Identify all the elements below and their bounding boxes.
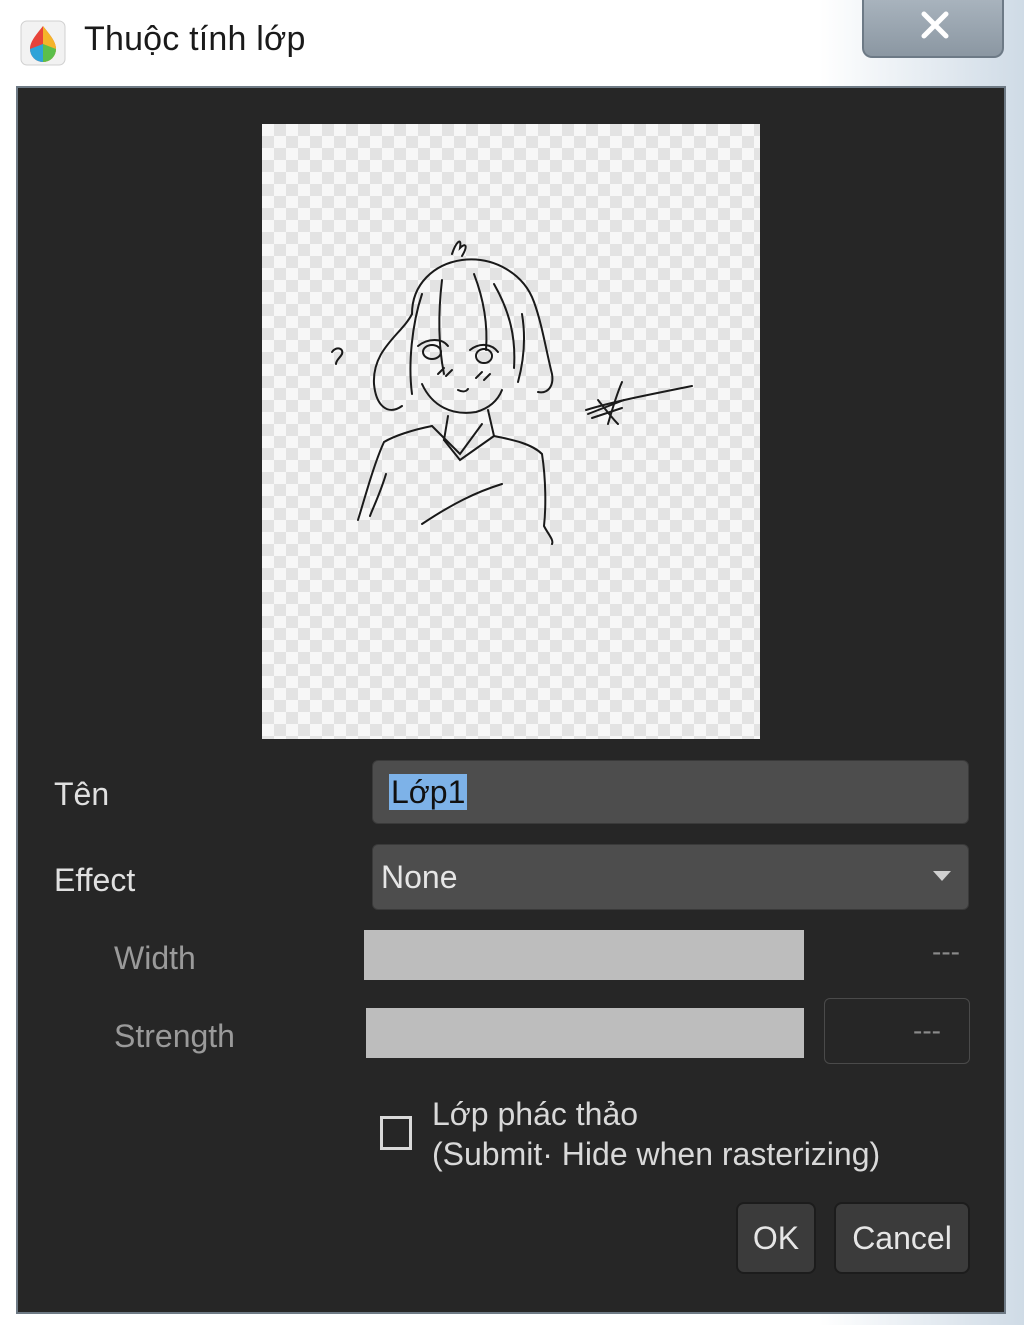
chevron-down-icon (933, 871, 951, 881)
dialog-body: Tên Lớp1 Effect None Width --- Strength … (16, 86, 1006, 1314)
layer-preview (262, 124, 760, 739)
effect-selected-value: None (381, 859, 458, 895)
effect-label: Effect (54, 862, 136, 898)
ok-button[interactable]: OK (736, 1202, 816, 1274)
strength-label: Strength (114, 1018, 235, 1054)
strength-slider[interactable] (366, 1008, 804, 1058)
app-icon (20, 20, 66, 66)
layer-properties-window: Thuộc tính lớp Tên Lớp1 Effect None Widt… (0, 0, 1024, 1325)
strength-value: --- (913, 1015, 941, 1046)
close-button[interactable] (862, 0, 1004, 58)
name-label: Tên (54, 776, 110, 812)
window-title: Thuộc tính lớp (84, 20, 306, 58)
draft-layer-checkbox[interactable] (380, 1116, 412, 1150)
width-slider[interactable] (364, 930, 804, 980)
effect-dropdown[interactable]: None (372, 844, 969, 910)
draft-layer-label: Lớp phác thảo (432, 1096, 639, 1132)
title-bar: Thuộc tính lớp (0, 0, 1024, 86)
sketch-drawing (331, 240, 693, 545)
layer-name-input[interactable]: Lớp1 (372, 760, 969, 824)
layer-name-value: Lớp1 (389, 774, 468, 810)
close-icon (921, 11, 949, 39)
strength-value-input[interactable]: --- (824, 998, 970, 1064)
draft-layer-hint: (Submit· Hide when rasterizing) (432, 1136, 881, 1172)
width-label: Width (114, 940, 196, 976)
cancel-button[interactable]: Cancel (834, 1202, 970, 1274)
width-value: --- (932, 936, 960, 967)
